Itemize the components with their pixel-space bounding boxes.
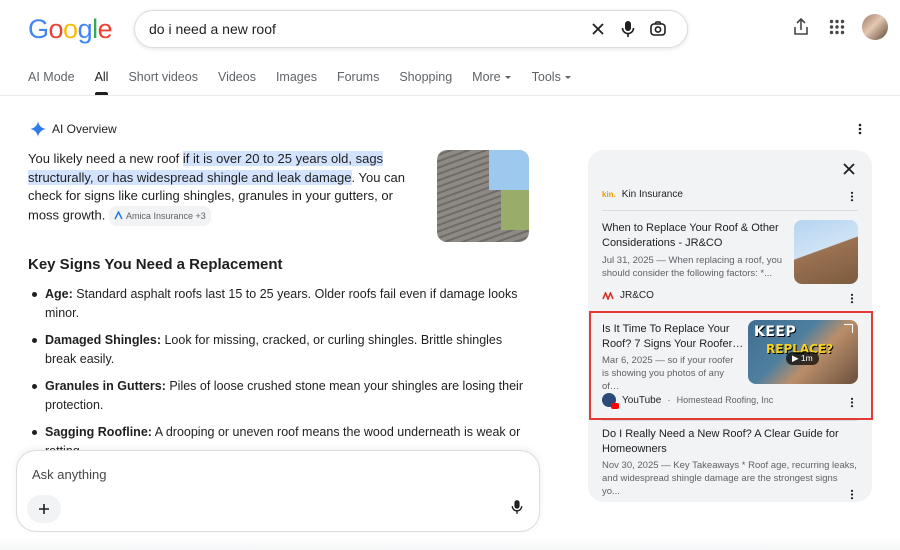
source-options-icon[interactable] [850, 487, 854, 502]
add-button[interactable] [27, 495, 61, 523]
lens-camera-icon[interactable] [643, 14, 673, 44]
search-tabs: AI Mode All Short videos Videos Images F… [28, 70, 592, 95]
ai-overview-header: AI Overview [30, 121, 117, 137]
ask-microphone-icon[interactable] [511, 499, 523, 520]
close-icon[interactable] [842, 162, 856, 181]
card-snippet: Jul 31, 2025 — When replacing a roof, yo… [602, 255, 783, 279]
tab-label: Forums [336, 70, 380, 84]
signs-list: Age: Standard asphalt roofs last 15 to 2… [28, 285, 526, 469]
tab-label: Shopping [399, 70, 453, 84]
gemini-sparkle-icon [30, 121, 46, 137]
logo-letter: e [97, 14, 113, 44]
tab-all[interactable]: All [94, 70, 109, 95]
caret-down-icon [564, 76, 571, 79]
plus-icon [39, 504, 49, 514]
logo-letter: o [63, 14, 78, 44]
card-title[interactable]: Do I Really Need a New Roof? A Clear Gui… [602, 427, 852, 457]
card-thumbnail[interactable] [794, 220, 858, 284]
bullet-text: Standard asphalt roofs last 15 to 25 yea… [45, 287, 518, 320]
source-jrco[interactable]: JR&CO [602, 290, 654, 301]
section-heading: Key Signs You Need a Replacement [28, 256, 283, 273]
tab-images[interactable]: Images [276, 70, 317, 94]
tab-label: Images [275, 70, 317, 84]
jrco-logo-icon [602, 291, 614, 300]
selection-highlight [589, 311, 873, 420]
source-name: Kin Insurance [621, 189, 683, 200]
tab-more[interactable]: More [472, 70, 511, 94]
header-actions [790, 14, 888, 40]
tab-ai-mode[interactable]: AI Mode [28, 70, 75, 94]
list-item: Damaged Shingles: Look for missing, crac… [28, 331, 526, 368]
card-divider [602, 420, 858, 421]
tab-shopping[interactable]: Shopping [399, 70, 452, 94]
source-name: JR&CO [620, 290, 654, 301]
list-item: Age: Standard asphalt roofs last 15 to 2… [28, 285, 526, 322]
google-logo[interactable]: Google [28, 14, 113, 45]
source-options-icon[interactable] [850, 291, 854, 309]
roof-image-grass [501, 190, 529, 230]
tab-forums[interactable]: Forums [337, 70, 379, 94]
ask-input[interactable]: Ask anything [32, 467, 106, 482]
ask-box[interactable]: Ask anything [16, 450, 540, 532]
bullet-term: Granules in Gutters: [45, 379, 166, 393]
bullet-term: Sagging Roofline: [45, 425, 152, 439]
tab-short-videos[interactable]: Short videos [128, 70, 197, 94]
source-options-icon[interactable] [850, 189, 854, 207]
source-kin-insurance[interactable]: kin. Kin Insurance [602, 189, 683, 200]
amica-logo-icon [114, 211, 123, 220]
tab-label: Short videos [128, 70, 198, 84]
card-title[interactable]: When to Replace Your Roof & Other Consid… [602, 221, 788, 251]
tabs-divider [0, 95, 900, 96]
card-snippet: Nov 30, 2025 — Key Takeaways * Roof age,… [602, 460, 857, 497]
roof-image-sky [489, 150, 529, 190]
bullet-term: Damaged Shingles: [45, 333, 161, 347]
microphone-icon[interactable] [613, 14, 643, 44]
tab-label: Tools [531, 70, 561, 84]
summary-text: You likely need a new roof [28, 151, 183, 166]
kin-logo: kin. [602, 190, 616, 199]
more-options-icon[interactable] [858, 122, 862, 140]
share-icon[interactable] [790, 16, 812, 38]
caret-down-icon [504, 76, 511, 79]
tab-label: Videos [217, 70, 256, 84]
card-divider [602, 210, 858, 211]
tab-label: More [472, 70, 501, 84]
list-item: Granules in Gutters: Piles of loose crus… [28, 377, 526, 414]
roof-image[interactable] [437, 150, 529, 242]
citation-label: Amica Insurance +3 [125, 210, 206, 221]
tab-label: AI Mode [28, 70, 75, 84]
tab-videos[interactable]: Videos [218, 70, 256, 94]
apps-grid-icon[interactable] [826, 16, 848, 38]
clear-icon[interactable] [583, 14, 613, 44]
bullet-term: Age: [45, 287, 73, 301]
tab-label: All [94, 70, 109, 84]
search-input[interactable]: do i need a new roof [149, 21, 583, 37]
avatar[interactable] [862, 14, 888, 40]
ai-overview-title: AI Overview [52, 122, 117, 136]
logo-letter: G [28, 14, 49, 44]
search-box[interactable]: do i need a new roof [134, 10, 688, 48]
logo-letter: g [77, 14, 93, 44]
ai-summary: You likely need a new roof if it is over… [28, 150, 426, 226]
logo-letter: o [48, 14, 64, 44]
tab-tools[interactable]: Tools [532, 70, 572, 94]
bottom-fade [0, 536, 900, 550]
citation-chip[interactable]: Amica Insurance +3 [108, 205, 211, 226]
